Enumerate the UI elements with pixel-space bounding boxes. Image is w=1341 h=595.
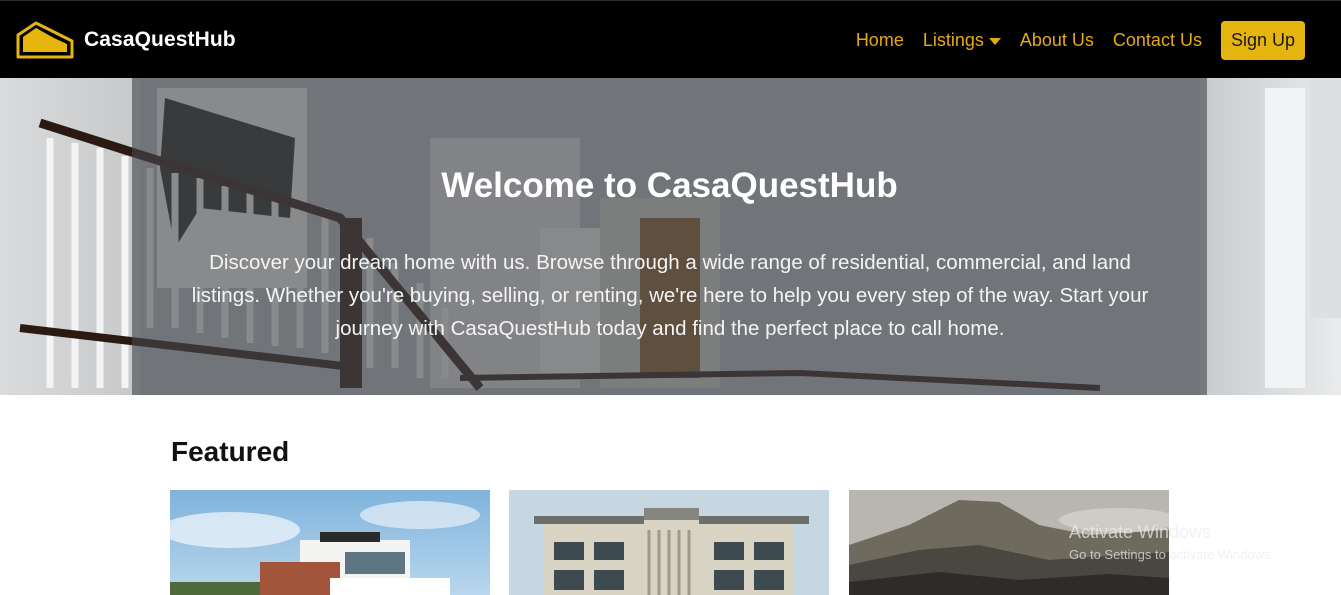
featured-card-apartment[interactable] [509,490,829,595]
nav-listings-dropdown[interactable]: Listings [923,30,1001,51]
nav-home-label: Home [855,29,904,50]
nav-contact-link[interactable]: Contact Us [1113,30,1202,51]
caret-down-icon [988,37,1001,45]
brand-name: CasaQuestHub [84,28,236,51]
main-nav: Home Listings About Us Contact Us Sign U… [856,20,1305,60]
nav-home-link[interactable]: Home [856,30,904,51]
nav-about-label: About Us [1019,29,1094,50]
modern-villa-photo [170,490,490,595]
hero-description: Discover your dream home with us. Browse… [191,251,1149,340]
nav-contact-label: Contact Us [1112,29,1202,50]
nav-about-link[interactable]: About Us [1020,30,1094,51]
nav-listings-label: Listings [922,29,984,50]
hero-overlay [132,78,1207,395]
featured-card-villa[interactable] [170,490,490,595]
hero-title: Welcome to CasaQuestHub [441,166,898,205]
featured-heading: Featured [171,436,290,467]
activate-windows-watermark: Activate Windows Go to Settings to activ… [1069,522,1274,562]
apartment-building-photo [509,490,829,595]
house-logo-icon [16,21,74,59]
hero-section: Welcome to CasaQuestHub Discover your dr… [0,78,1341,395]
watermark-title: Activate Windows [1069,522,1212,542]
brand[interactable]: CasaQuestHub [14,19,236,61]
watermark-subtitle: Go to Settings to activate Windows. [1069,547,1275,562]
signup-button[interactable]: Sign Up [1220,20,1305,60]
navbar: CasaQuestHub Home Listings About Us Cont… [0,0,1341,78]
